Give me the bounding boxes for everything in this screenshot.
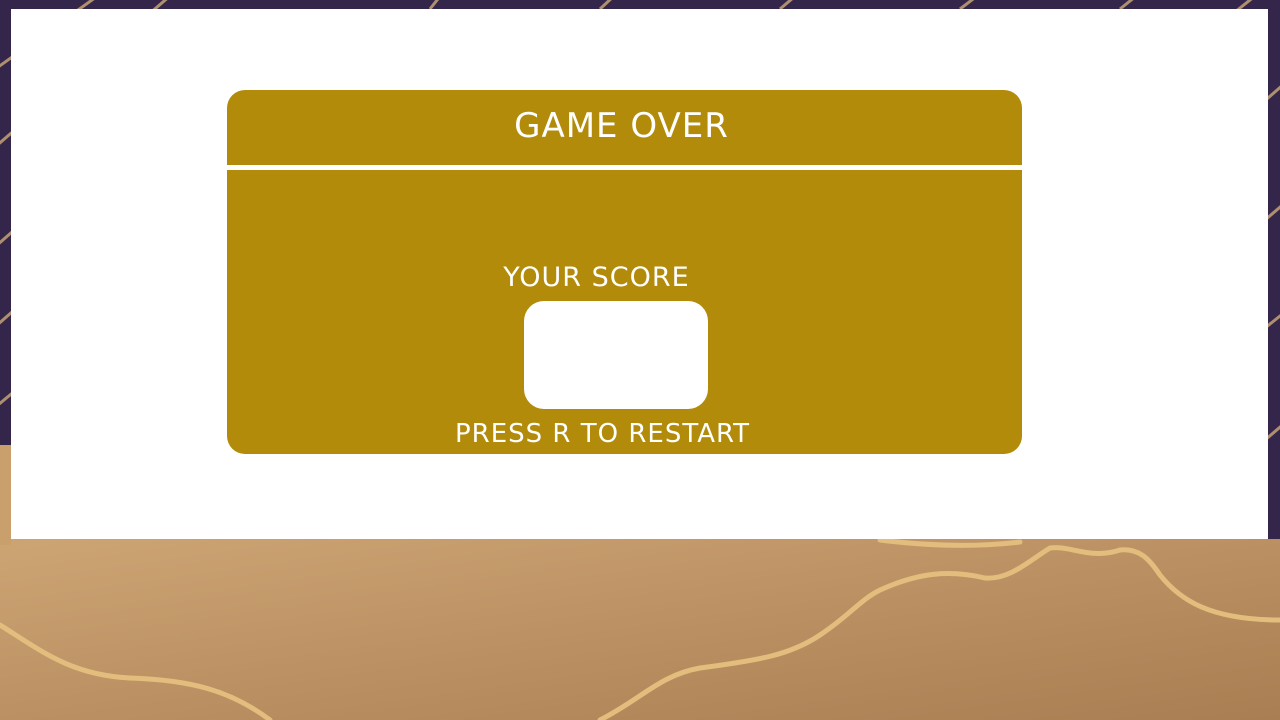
- sand-left-edge: [0, 445, 11, 545]
- score-display: [524, 301, 708, 409]
- card-header: GAME OVER: [227, 90, 1022, 165]
- game-over-card: GAME OVER YOUR SCORE PRESS R TO RESTART: [227, 90, 1022, 454]
- game-screen: GAME OVER YOUR SCORE PRESS R TO RESTART: [0, 0, 1280, 720]
- restart-hint: PRESS R TO RESTART: [454, 419, 751, 449]
- score-label: YOUR SCORE: [503, 262, 690, 293]
- game-over-title: GAME OVER: [514, 105, 729, 146]
